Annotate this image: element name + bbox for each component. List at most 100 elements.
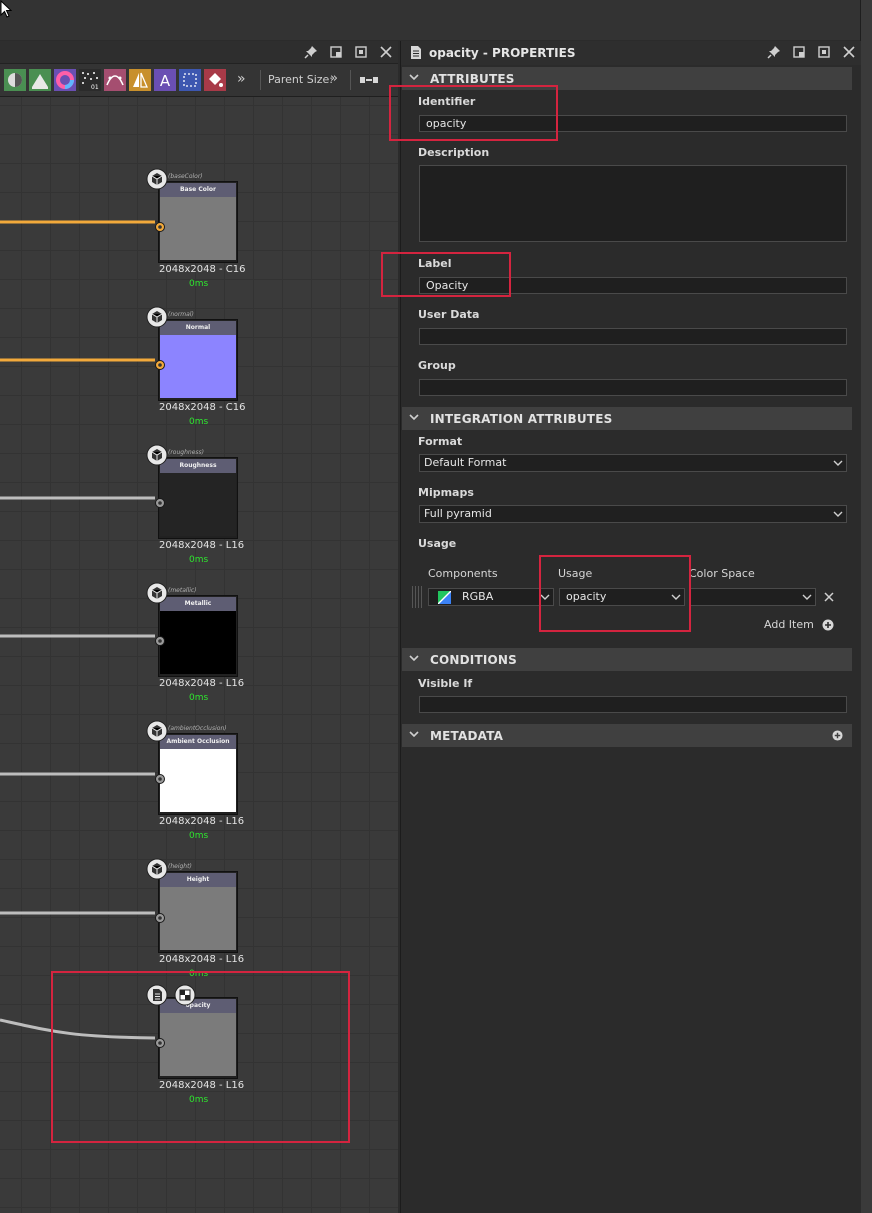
- row-drag-handle[interactable]: [412, 586, 424, 608]
- node-preview: [160, 335, 236, 398]
- section-title: ATTRIBUTES: [430, 72, 515, 86]
- node-resolution: 2048x2048 - L16: [159, 816, 245, 827]
- node-identifier-tag: (roughness): [168, 449, 204, 456]
- section-title: INTEGRATION ATTRIBUTES: [430, 412, 613, 426]
- section-title: CONDITIONS: [430, 653, 518, 667]
- visible-if-field[interactable]: [419, 696, 847, 713]
- node-preview: [160, 473, 236, 536]
- node-resolution: 2048x2048 - L16: [159, 954, 245, 965]
- close-icon[interactable]: [841, 44, 857, 60]
- output-cube-icon: [146, 858, 168, 880]
- add-circle-icon: [822, 619, 834, 631]
- output-cube-icon: [146, 444, 168, 466]
- node-resolution: 2048x2048 - L16: [159, 678, 245, 689]
- properties-title: opacity - PROPERTIES: [429, 46, 576, 60]
- pin-icon[interactable]: [766, 44, 782, 60]
- node-input-port[interactable]: [155, 769, 165, 784]
- identifier-highlight: [389, 85, 558, 141]
- node-input-port[interactable]: [155, 355, 165, 370]
- add-metadata-icon[interactable]: [832, 730, 843, 741]
- section-title: METADATA: [430, 729, 504, 743]
- maximize-icon[interactable]: [816, 44, 832, 60]
- graph-node[interactable]: Roughness: [158, 457, 238, 539]
- add-item-label: Add Item: [764, 618, 814, 631]
- mipmaps-label: Mipmaps: [418, 486, 474, 499]
- remove-row-icon[interactable]: [823, 591, 835, 603]
- mipmaps-value: Full pyramid: [424, 507, 492, 520]
- graph-node[interactable]: Normal: [158, 319, 238, 401]
- title-bar: [0, 0, 860, 40]
- node-input-port[interactable]: [155, 631, 165, 646]
- chevron-down-icon: [833, 511, 843, 517]
- node-compute-time: 0ms: [189, 555, 209, 565]
- output-cube-icon: [146, 720, 168, 742]
- chevron-down-icon: [833, 460, 843, 466]
- node-resolution: 2048x2048 - C16: [159, 264, 246, 275]
- node-input-port[interactable]: [155, 493, 165, 508]
- chevron-down-icon: [409, 414, 419, 421]
- output-cube-icon: [146, 306, 168, 328]
- output-cube-icon: [146, 582, 168, 604]
- node-title: Metallic: [160, 597, 236, 611]
- chevron-down-icon: [409, 655, 419, 662]
- section-conditions[interactable]: CONDITIONS: [402, 648, 852, 671]
- graph-node[interactable]: Base Color: [158, 181, 238, 263]
- section-metadata[interactable]: METADATA: [402, 724, 852, 747]
- user-data-label: User Data: [418, 308, 480, 321]
- node-identifier-tag: (ambientOcclusion): [168, 725, 227, 732]
- format-select[interactable]: Default Format: [419, 454, 847, 472]
- properties-header: opacity - PROPERTIES: [401, 41, 861, 65]
- node-title: Normal: [160, 321, 236, 335]
- components-column-header: Components: [428, 567, 498, 580]
- node-preview: [160, 197, 236, 260]
- section-integration-attributes[interactable]: INTEGRATION ATTRIBUTES: [402, 407, 852, 430]
- node-resolution: 2048x2048 - L16: [159, 540, 245, 551]
- node-preview: [160, 749, 236, 812]
- node-resolution: 2048x2048 - C16: [159, 402, 246, 413]
- node-identifier-tag: (height): [168, 863, 192, 870]
- color-space-select[interactable]: [690, 588, 816, 606]
- node-title: Base Color: [160, 183, 236, 197]
- node-title: Ambient Occlusion: [160, 735, 236, 749]
- node-input-port[interactable]: [155, 217, 165, 232]
- chevron-right-icon: [409, 731, 419, 738]
- node-identifier-tag: (normal): [168, 311, 194, 318]
- components-select[interactable]: RGBA: [428, 588, 554, 606]
- usage-highlight: [539, 555, 691, 632]
- format-value: Default Format: [424, 456, 507, 469]
- node-compute-time: 0ms: [189, 831, 209, 841]
- mipmaps-select[interactable]: Full pyramid: [419, 505, 847, 523]
- color-space-column-header: Color Space: [689, 567, 755, 580]
- visible-if-label: Visible If: [418, 677, 473, 690]
- description-label: Description: [418, 146, 490, 159]
- description-field[interactable]: [419, 165, 847, 242]
- format-label: Format: [418, 435, 463, 448]
- usage-section-label: Usage: [418, 537, 457, 550]
- chevron-down-icon: [409, 74, 419, 81]
- label-highlight: [381, 252, 511, 297]
- components-value: RGBA: [462, 590, 494, 603]
- graph-panel[interactable]: 01 A » Parent Size: » Base Color (baseCol…: [0, 41, 398, 1213]
- mouse-cursor-icon: [0, 0, 13, 18]
- node-preview: [160, 611, 236, 674]
- document-icon: [411, 46, 421, 59]
- node-compute-time: 0ms: [189, 279, 209, 289]
- float-window-icon[interactable]: [791, 44, 807, 60]
- node-title: Height: [160, 873, 236, 887]
- graph-node[interactable]: Metallic: [158, 595, 238, 677]
- graph-node[interactable]: Ambient Occlusion: [158, 733, 238, 815]
- output-cube-icon: [146, 168, 168, 190]
- node-compute-time: 0ms: [189, 693, 209, 703]
- group-field[interactable]: [419, 379, 847, 396]
- chevron-down-icon: [802, 594, 812, 600]
- window-scrollbar[interactable]: [860, 0, 872, 1213]
- opacity-node-highlight: [51, 971, 350, 1143]
- graph-node[interactable]: Height: [158, 871, 238, 953]
- node-compute-time: 0ms: [189, 417, 209, 427]
- node-identifier-tag: (baseColor): [168, 173, 203, 180]
- group-label: Group: [418, 359, 456, 372]
- add-item-button[interactable]: Add Item: [764, 618, 834, 634]
- user-data-field[interactable]: [419, 328, 847, 345]
- node-input-port[interactable]: [155, 908, 165, 923]
- properties-panel: opacity - PROPERTIES ATTRIBUTES Identifi…: [381, 41, 861, 1213]
